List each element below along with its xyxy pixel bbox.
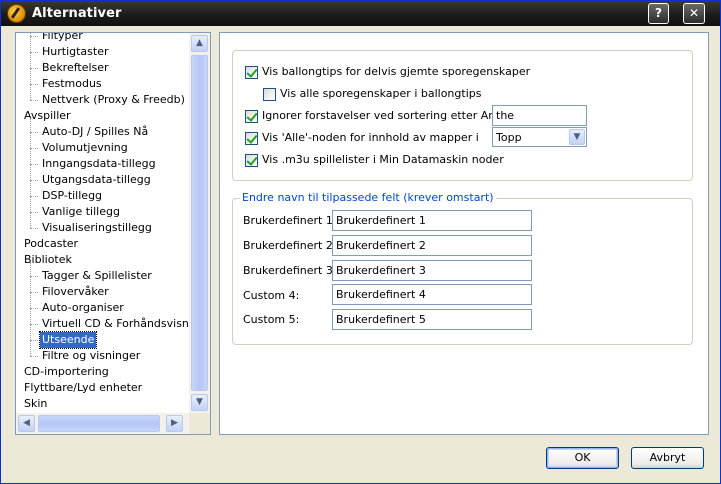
- tree-item[interactable]: Utgangsdata-tillegg: [40, 172, 153, 188]
- tree-item[interactable]: Auto-DJ / Spilles Nå: [40, 124, 150, 140]
- tree-connector: [30, 132, 38, 133]
- balloon-all-label: Vis alle sporegenskaper i ballongtips: [280, 87, 482, 100]
- chevron-down-icon[interactable]: ▼: [569, 129, 585, 145]
- tree-list: Filtyper Hurtigtaster Bekreftelser Festmodu…: [16, 33, 189, 413]
- settings-panel: Vis ballongtips for delvis gjemte sporeg…: [219, 32, 709, 435]
- custom-fields-legend: Endre navn til tilpassede felt (krever o…: [240, 190, 496, 206]
- tree-connector: [30, 33, 31, 100]
- scroll-left-icon[interactable]: ◀: [18, 415, 35, 432]
- options-dialog: Alternativer ? ✕ Filtyper Hurtigtaster Bek…: [0, 0, 721, 484]
- custom-field-3-label: Brukerdefinert 3:: [243, 264, 337, 277]
- tree-item[interactable]: Virtuell CD & Forhåndsvisning: [40, 316, 189, 332]
- prefix-input[interactable]: the: [492, 105, 587, 126]
- tree-item[interactable]: Volumutjevning: [40, 140, 130, 156]
- custom-field-2-label: Brukerdefinert 2:: [243, 239, 337, 252]
- ok-button[interactable]: OK: [546, 447, 619, 469]
- tree-connector: [30, 36, 38, 37]
- help-button[interactable]: ?: [648, 3, 669, 24]
- tree-item[interactable]: Podcaster: [22, 236, 80, 252]
- scroll-corner: [189, 413, 210, 434]
- tree-item[interactable]: Bekreftelser: [40, 60, 111, 76]
- cancel-button[interactable]: Avbryt: [631, 447, 704, 469]
- tree-item[interactable]: Filtyper: [40, 33, 85, 44]
- custom-field-1-input[interactable]: Brukerdefinert 1: [332, 210, 532, 231]
- tree-item[interactable]: Filovervåker: [40, 284, 111, 300]
- tree-connector: [30, 118, 31, 228]
- tree-item[interactable]: Inngangsdata-tillegg: [40, 156, 158, 172]
- ignore-prefix-label: Ignorer forstavelser ved sortering etter…: [262, 109, 514, 122]
- custom-field-2-input[interactable]: Brukerdefinert 2: [332, 235, 532, 256]
- m3u-nodes-label: Vis .m3u spillelister i Min Datamaskin n…: [262, 153, 504, 166]
- custom-field-3-input[interactable]: Brukerdefinert 3: [332, 260, 532, 281]
- custom-field-4-label: Custom 4:: [243, 289, 300, 302]
- scroll-thumb[interactable]: [191, 55, 208, 391]
- tree-item[interactable]: Auto-organiser: [40, 300, 126, 316]
- tree-item[interactable]: Visualiseringstillegg: [40, 220, 154, 236]
- balloon-all-checkbox[interactable]: [263, 88, 276, 101]
- tree-connector: [30, 308, 38, 309]
- scroll-down-icon[interactable]: ▼: [191, 394, 208, 411]
- tree-connector: [30, 148, 38, 149]
- all-node-position-select[interactable]: Topp ▼: [492, 127, 587, 147]
- tree-connector: [30, 228, 38, 229]
- tree-horizontal-scrollbar[interactable]: ◀ ▶: [16, 413, 189, 434]
- tree-connector: [30, 356, 38, 357]
- tree-connector: [30, 68, 38, 69]
- tree-item[interactable]: CD-importering: [22, 364, 111, 380]
- tree-item[interactable]: Festmodus: [40, 76, 104, 92]
- scroll-right-icon[interactable]: ▶: [166, 415, 183, 432]
- tree-item[interactable]: Utseende: [38, 331, 98, 349]
- tree-connector: [30, 324, 38, 325]
- tree-connector: [30, 262, 31, 356]
- app-logo-icon: [7, 4, 26, 23]
- tree-vertical-scrollbar[interactable]: ▲ ▼: [189, 33, 210, 413]
- m3u-nodes-checkbox[interactable]: [245, 154, 258, 167]
- tree-connector: [30, 292, 38, 293]
- tree-connector: [30, 84, 38, 85]
- tree-item[interactable]: Tagger & Spillelister: [40, 268, 154, 284]
- tree-connector: [30, 52, 38, 53]
- close-button[interactable]: ✕: [683, 3, 705, 24]
- tree-item[interactable]: Flyttbare/Lyd enheter: [22, 380, 144, 396]
- scroll-up-icon[interactable]: ▲: [191, 35, 208, 52]
- balloon-partial-label: Vis ballongtips for delvis gjemte sporeg…: [262, 65, 531, 78]
- tree-item[interactable]: Hurtigtaster: [40, 44, 111, 60]
- tree-connector: [30, 100, 38, 101]
- tree-item[interactable]: DSP-tillegg: [40, 188, 104, 204]
- tree-connector: [30, 196, 38, 197]
- tree-item[interactable]: Vanlige tillegg: [40, 204, 122, 220]
- all-node-label: Vis 'Alle'-noden for innhold av mapper i: [262, 131, 479, 144]
- hscroll-thumb[interactable]: [38, 415, 160, 432]
- options-tree: Filtyper Hurtigtaster Bekreftelser Festmodu…: [15, 32, 211, 435]
- window-title: Alternativer: [32, 6, 122, 21]
- custom-field-5-input[interactable]: Brukerdefinert 5: [332, 309, 532, 330]
- custom-field-5-label: Custom 5:: [243, 313, 300, 326]
- tree-connector: [30, 212, 38, 213]
- tree-connector: [30, 340, 38, 341]
- all-node-position-value: Topp: [496, 131, 522, 144]
- tree-item[interactable]: Nettverk (Proxy & Freedb): [40, 92, 187, 108]
- tree-connector: [30, 276, 38, 277]
- tree-item[interactable]: Skin: [22, 396, 49, 412]
- tree-connector: [30, 180, 38, 181]
- all-node-checkbox[interactable]: [245, 132, 258, 145]
- balloon-partial-checkbox[interactable]: [245, 66, 258, 79]
- title-bar[interactable]: Alternativer ? ✕: [1, 1, 720, 26]
- custom-field-1-label: Brukerdefinert 1:: [243, 214, 337, 227]
- tree-item[interactable]: Filtre og visninger: [40, 348, 142, 364]
- tree-connector: [30, 164, 38, 165]
- ignore-prefix-checkbox[interactable]: [245, 110, 258, 123]
- custom-field-4-input[interactable]: Brukerdefinert 4: [332, 284, 532, 305]
